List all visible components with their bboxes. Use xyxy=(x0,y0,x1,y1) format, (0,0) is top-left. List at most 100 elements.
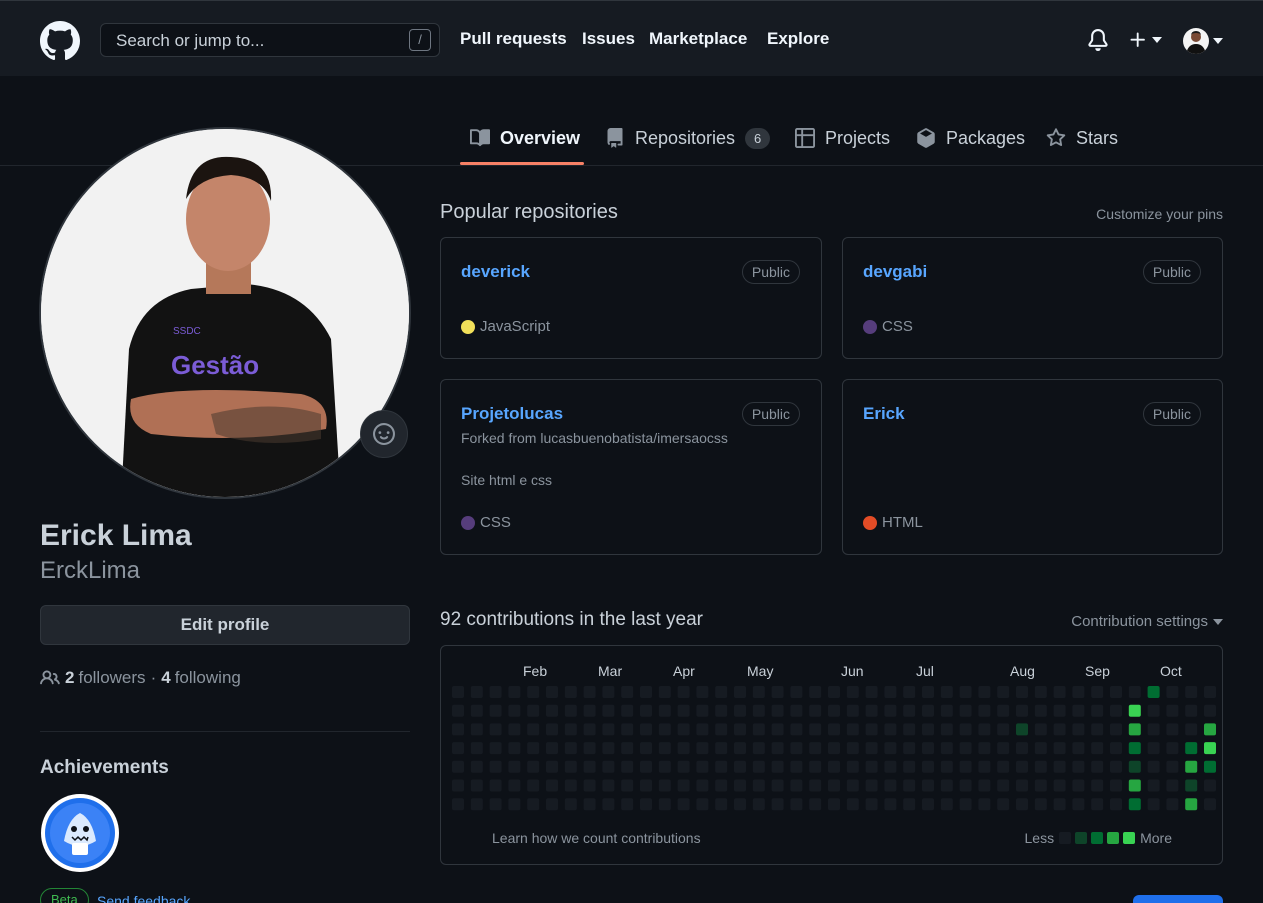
contribution-day-cell[interactable] xyxy=(489,779,502,792)
contribution-day-cell[interactable] xyxy=(1053,760,1066,773)
contribution-day-cell[interactable] xyxy=(564,704,577,717)
contribution-day-cell[interactable] xyxy=(790,704,803,717)
contribution-day-cell[interactable] xyxy=(940,723,953,736)
repo-link[interactable]: Projetolucas xyxy=(461,404,563,424)
contribution-day-cell[interactable] xyxy=(865,723,878,736)
contribution-day-cell[interactable] xyxy=(640,723,652,736)
contribution-day-cell[interactable] xyxy=(1016,779,1028,792)
contribution-day-cell[interactable] xyxy=(1166,760,1179,773)
contribution-day-cell[interactable] xyxy=(602,723,615,736)
contribution-day-cell[interactable] xyxy=(922,760,934,773)
contribution-day-cell[interactable] xyxy=(546,723,558,736)
contribution-day-cell[interactable] xyxy=(846,779,859,792)
contribution-day-cell[interactable] xyxy=(790,742,803,755)
contribution-day-cell[interactable] xyxy=(527,723,540,736)
contribution-day-cell[interactable] xyxy=(884,779,897,792)
contribution-day-cell[interactable] xyxy=(489,742,502,755)
contribution-day-cell[interactable] xyxy=(1091,704,1104,717)
contribution-day-cell[interactable] xyxy=(1091,723,1104,736)
contribution-day-cell[interactable] xyxy=(1128,798,1141,811)
contribution-day-cell[interactable] xyxy=(677,779,690,792)
contribution-day-cell[interactable] xyxy=(809,779,822,792)
contribution-day-cell[interactable] xyxy=(1204,723,1216,736)
contribution-day-cell[interactable] xyxy=(1053,704,1066,717)
contribution-day-cell[interactable] xyxy=(1072,686,1085,698)
search-input[interactable]: Search or jump to... / xyxy=(100,23,440,57)
contribution-day-cell[interactable] xyxy=(715,704,728,717)
contribution-day-cell[interactable] xyxy=(508,723,521,736)
contribution-day-cell[interactable] xyxy=(1072,798,1085,811)
contribution-day-cell[interactable] xyxy=(1147,686,1160,698)
contribution-day-cell[interactable] xyxy=(583,779,596,792)
tab-packages[interactable]: Packages xyxy=(916,124,1025,152)
contribution-day-cell[interactable] xyxy=(828,704,840,717)
contribution-day-cell[interactable] xyxy=(978,742,991,755)
contribution-day-cell[interactable] xyxy=(1053,798,1066,811)
contribution-day-cell[interactable] xyxy=(884,798,897,811)
contribution-day-cell[interactable] xyxy=(978,704,991,717)
contribution-day-cell[interactable] xyxy=(884,760,897,773)
profile-avatar[interactable]: Gestão SSDC xyxy=(39,127,411,499)
contribution-day-cell[interactable] xyxy=(1147,760,1160,773)
contribution-day-cell[interactable] xyxy=(771,779,784,792)
contribution-day-cell[interactable] xyxy=(564,798,577,811)
contribution-day-cell[interactable] xyxy=(771,742,784,755)
chevron-down-icon[interactable] xyxy=(1152,37,1162,43)
contribution-day-cell[interactable] xyxy=(1185,723,1198,736)
contribution-day-cell[interactable] xyxy=(1034,779,1047,792)
contribution-day-cell[interactable] xyxy=(1128,704,1141,717)
contribution-day-cell[interactable] xyxy=(470,723,483,736)
contribution-day-cell[interactable] xyxy=(922,723,934,736)
contribution-day-cell[interactable] xyxy=(903,704,916,717)
contribution-day-cell[interactable] xyxy=(865,686,878,698)
contribution-day-cell[interactable] xyxy=(997,760,1010,773)
contribution-day-cell[interactable] xyxy=(734,686,746,698)
contribution-day-cell[interactable] xyxy=(978,798,991,811)
contribution-day-cell[interactable] xyxy=(1204,779,1216,792)
contribution-day-cell[interactable] xyxy=(715,760,728,773)
contribution-day-cell[interactable] xyxy=(1072,779,1085,792)
contribution-day-cell[interactable] xyxy=(752,704,765,717)
contribution-day-cell[interactable] xyxy=(621,704,634,717)
contribution-day-cell[interactable] xyxy=(696,798,709,811)
contribution-day-cell[interactable] xyxy=(677,686,690,698)
contribution-day-cell[interactable] xyxy=(1072,742,1085,755)
contribution-day-cell[interactable] xyxy=(903,779,916,792)
contribution-day-cell[interactable] xyxy=(470,798,483,811)
contribution-day-cell[interactable] xyxy=(1166,723,1179,736)
contribution-day-cell[interactable] xyxy=(809,798,822,811)
contribution-day-cell[interactable] xyxy=(602,779,615,792)
contribution-day-cell[interactable] xyxy=(564,723,577,736)
contribution-day-cell[interactable] xyxy=(602,798,615,811)
contribution-day-cell[interactable] xyxy=(771,686,784,698)
contribution-day-cell[interactable] xyxy=(1034,798,1047,811)
contribution-day-cell[interactable] xyxy=(546,704,558,717)
contribution-day-cell[interactable] xyxy=(1034,742,1047,755)
contribution-day-cell[interactable] xyxy=(527,742,540,755)
contribution-day-cell[interactable] xyxy=(1166,686,1179,698)
nav-pull-requests[interactable]: Pull requests xyxy=(460,29,567,49)
contribution-day-cell[interactable] xyxy=(959,779,972,792)
contribution-day-cell[interactable] xyxy=(583,760,596,773)
contribution-day-cell[interactable] xyxy=(809,686,822,698)
contribution-day-cell[interactable] xyxy=(940,742,953,755)
contribution-day-cell[interactable] xyxy=(771,704,784,717)
contribution-day-cell[interactable] xyxy=(1110,760,1122,773)
contribution-day-cell[interactable] xyxy=(1128,779,1141,792)
contribution-day-cell[interactable] xyxy=(621,798,634,811)
contribution-day-cell[interactable] xyxy=(903,798,916,811)
contribution-day-cell[interactable] xyxy=(865,742,878,755)
contribution-day-cell[interactable] xyxy=(734,742,746,755)
contribution-day-cell[interactable] xyxy=(1072,760,1085,773)
learn-contributions-link[interactable]: Learn how we count contributions xyxy=(492,830,701,846)
contribution-day-cell[interactable] xyxy=(752,686,765,698)
contribution-day-cell[interactable] xyxy=(621,742,634,755)
tab-repositories[interactable]: Repositories 6 xyxy=(605,124,771,152)
send-feedback-link[interactable]: Send feedback xyxy=(97,893,190,903)
contribution-day-cell[interactable] xyxy=(452,686,464,698)
contribution-day-cell[interactable] xyxy=(508,779,521,792)
github-logo-icon[interactable] xyxy=(40,21,80,61)
contribution-day-cell[interactable] xyxy=(940,760,953,773)
contribution-day-cell[interactable] xyxy=(508,704,521,717)
contribution-day-cell[interactable] xyxy=(940,686,953,698)
